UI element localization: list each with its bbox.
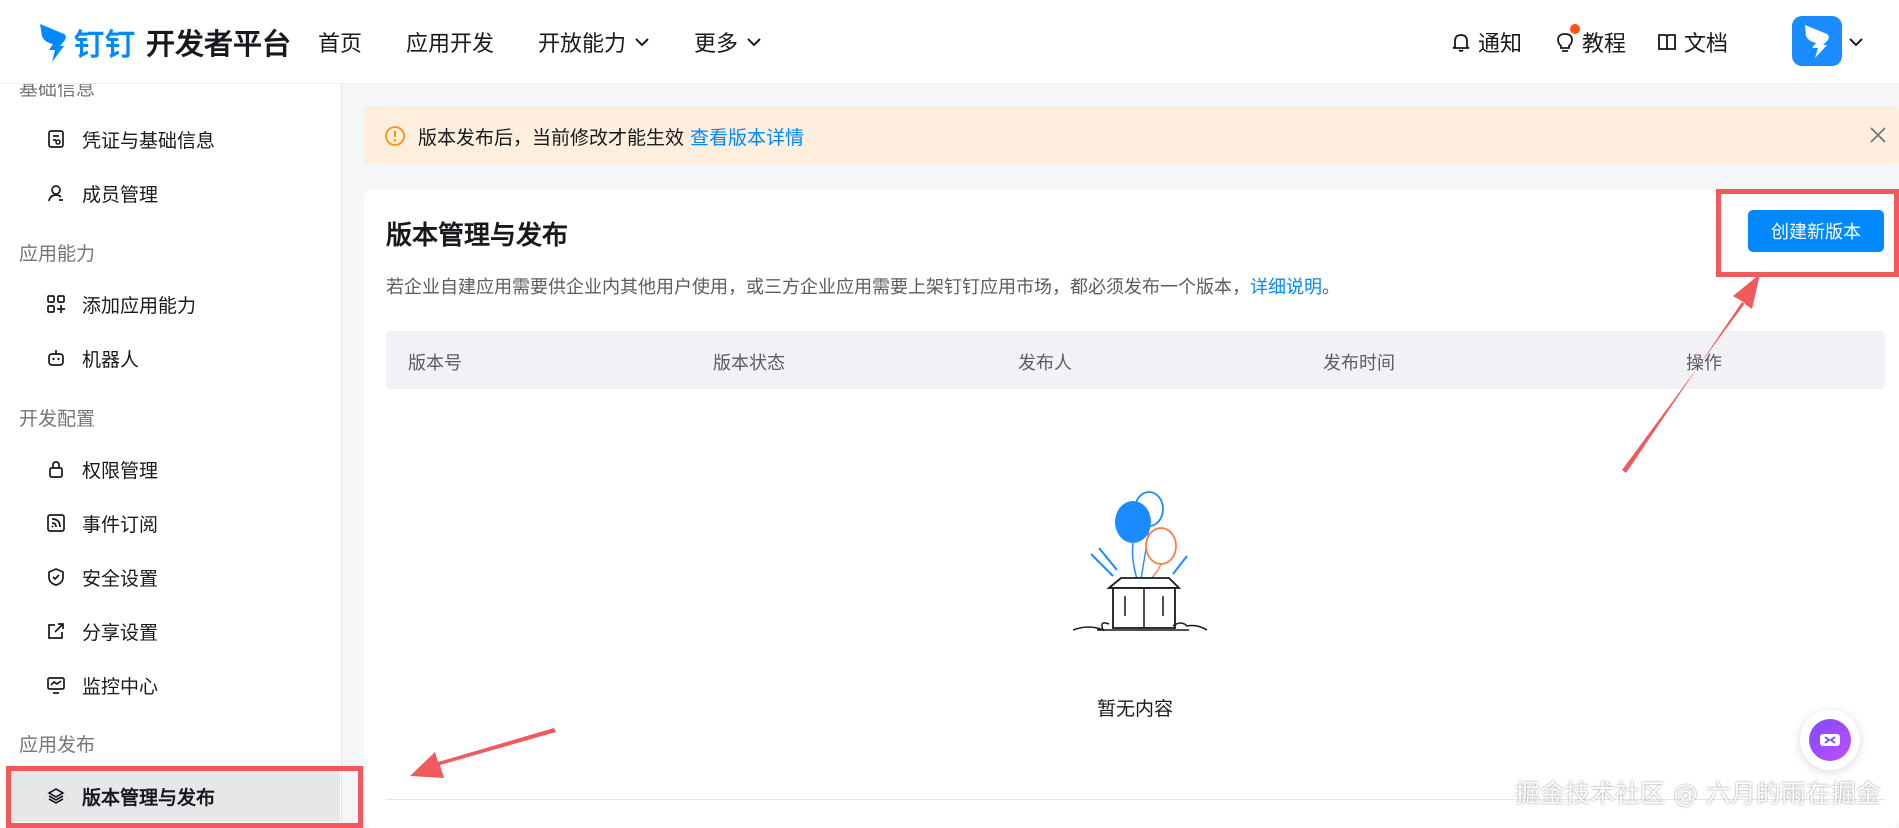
bell-icon	[1452, 34, 1470, 52]
docs-link[interactable]: 文档	[1656, 26, 1728, 58]
nav-open-capability[interactable]: 开放能力	[538, 22, 650, 62]
group-basic-info: 基础信息	[19, 84, 96, 100]
grid-plus-icon	[47, 295, 65, 313]
credential-icon	[48, 130, 64, 148]
close-icon[interactable]	[1867, 124, 1889, 146]
alert-message: 版本发布后，当前修改才能生效	[418, 127, 685, 149]
sidebar-item-credentials[interactable]: 凭证与基础信息	[0, 113, 340, 165]
share-icon	[48, 623, 64, 639]
sidebar-item-label: 监控中心	[82, 675, 159, 698]
robot-icon	[48, 350, 64, 366]
chevron-down-icon	[747, 38, 761, 47]
nav-app-dev[interactable]: 应用开发	[406, 22, 494, 62]
annotation-highlight-create	[1716, 189, 1899, 277]
column-actions: 操作	[1686, 353, 1722, 374]
dingtalk-logo-icon	[40, 24, 66, 62]
logo-title: 开发者平台	[146, 27, 292, 61]
sidebar-item-members[interactable]: 成员管理	[0, 167, 340, 219]
sidebar-item-permissions[interactable]: 权限管理	[0, 443, 340, 495]
docs-label: 文档	[1684, 32, 1729, 57]
watermark: 掘金技术社区 @ 六月的雨在掘金	[1515, 779, 1881, 808]
description-end: 。	[1322, 277, 1340, 298]
top-header: 钉钉 开发者平台 首页 应用开发 开放能力 更多 通知 教程 文档	[0, 0, 1899, 84]
sidebar-item-label: 安全设置	[82, 567, 159, 590]
lock-icon	[49, 461, 63, 478]
sidebar-item-security[interactable]: 安全设置	[0, 551, 340, 603]
notify-link[interactable]: 通知	[1450, 26, 1522, 58]
empty-state-text: 暂无内容	[1097, 698, 1174, 720]
user-icon	[48, 185, 63, 202]
avatar[interactable]	[1792, 16, 1842, 66]
sidebar-item-add-capability[interactable]: 添加应用能力	[0, 278, 340, 330]
sidebar-item-robot[interactable]: 机器人	[0, 332, 340, 384]
description-text: 若企业自建应用需要供企业内其他用户使用，或三方企业应用需要上架钉钉应用市场，都必…	[386, 277, 1250, 298]
chevron-down-icon	[635, 38, 649, 47]
page-title: 版本管理与发布	[386, 221, 569, 251]
empty-balloons-illustration	[1072, 491, 1208, 632]
chevron-down-icon[interactable]	[1848, 34, 1864, 50]
sidebar-item-label: 凭证与基础信息	[82, 129, 216, 152]
group-dev-config: 开发配置	[19, 408, 96, 430]
page-description: 若企业自建应用需要供企业内其他用户使用，或三方企业应用需要上架钉钉应用市场，都必…	[386, 273, 1340, 299]
rss-icon	[47, 514, 65, 532]
dingtalk-avatar-icon	[1805, 25, 1829, 58]
table-header: 版本号 版本状态 发布人 发布时间 操作	[386, 331, 1885, 389]
logo-brand: 钉钉	[74, 28, 136, 63]
notify-label: 通知	[1478, 32, 1523, 57]
assistant-icon	[1809, 719, 1851, 761]
sidebar-item-label: 添加应用能力	[82, 294, 197, 317]
column-publish-time: 发布时间	[1323, 353, 1395, 374]
group-app-publish: 应用发布	[19, 734, 96, 756]
sidebar-item-label: 权限管理	[82, 459, 159, 482]
tutorial-label: 教程	[1582, 32, 1627, 57]
sidebar: 基础信息 凭证与基础信息 成员管理 应用能力 添加应用能力 机器人 开发配置 权…	[0, 84, 342, 828]
logo[interactable]: 钉钉 开发者平台	[38, 14, 291, 70]
column-status: 版本状态	[713, 353, 785, 374]
info-icon	[385, 126, 405, 146]
details-link[interactable]: 详细说明	[1250, 277, 1322, 298]
version-card: 版本管理与发布 若企业自建应用需要供企业内其他用户使用，或三方企业应用需要上架钉…	[364, 189, 1899, 828]
nav-home[interactable]: 首页	[318, 22, 362, 62]
nav-more[interactable]: 更多	[694, 22, 762, 62]
sidebar-item-events[interactable]: 事件订阅	[0, 497, 340, 549]
book-icon	[1658, 34, 1676, 51]
nav-open-capability-label: 开放能力	[538, 32, 627, 57]
sidebar-item-label: 机器人	[82, 348, 140, 371]
sidebar-item-share[interactable]: 分享设置	[0, 605, 340, 657]
assistant-float-button[interactable]	[1800, 710, 1860, 770]
lightbulb-icon	[1557, 33, 1573, 52]
column-publisher: 发布人	[1018, 353, 1072, 374]
nav-home-label: 首页	[318, 32, 363, 57]
monitor-icon	[47, 677, 65, 694]
shield-icon	[48, 568, 64, 586]
alert-text: 版本发布后，当前修改才能生效 查看版本详情	[418, 123, 804, 150]
notification-dot	[1570, 24, 1580, 34]
sidebar-item-label: 成员管理	[82, 183, 159, 206]
nav-more-label: 更多	[694, 32, 739, 57]
column-version: 版本号	[408, 353, 462, 374]
nav-app-dev-label: 应用开发	[406, 32, 495, 57]
tutorial-link[interactable]: 教程	[1554, 24, 1627, 58]
annotation-highlight-sidebar	[6, 766, 363, 828]
group-app-capability: 应用能力	[19, 243, 96, 265]
view-version-details-link[interactable]: 查看版本详情	[690, 127, 804, 149]
sidebar-item-monitor[interactable]: 监控中心	[0, 659, 340, 711]
main-nav: 首页 应用开发 开放能力 更多	[318, 22, 806, 62]
publish-alert: 版本发布后，当前修改才能生效 查看版本详情	[364, 106, 1899, 165]
sidebar-item-label: 分享设置	[82, 621, 159, 644]
sidebar-item-label: 事件订阅	[82, 513, 159, 536]
